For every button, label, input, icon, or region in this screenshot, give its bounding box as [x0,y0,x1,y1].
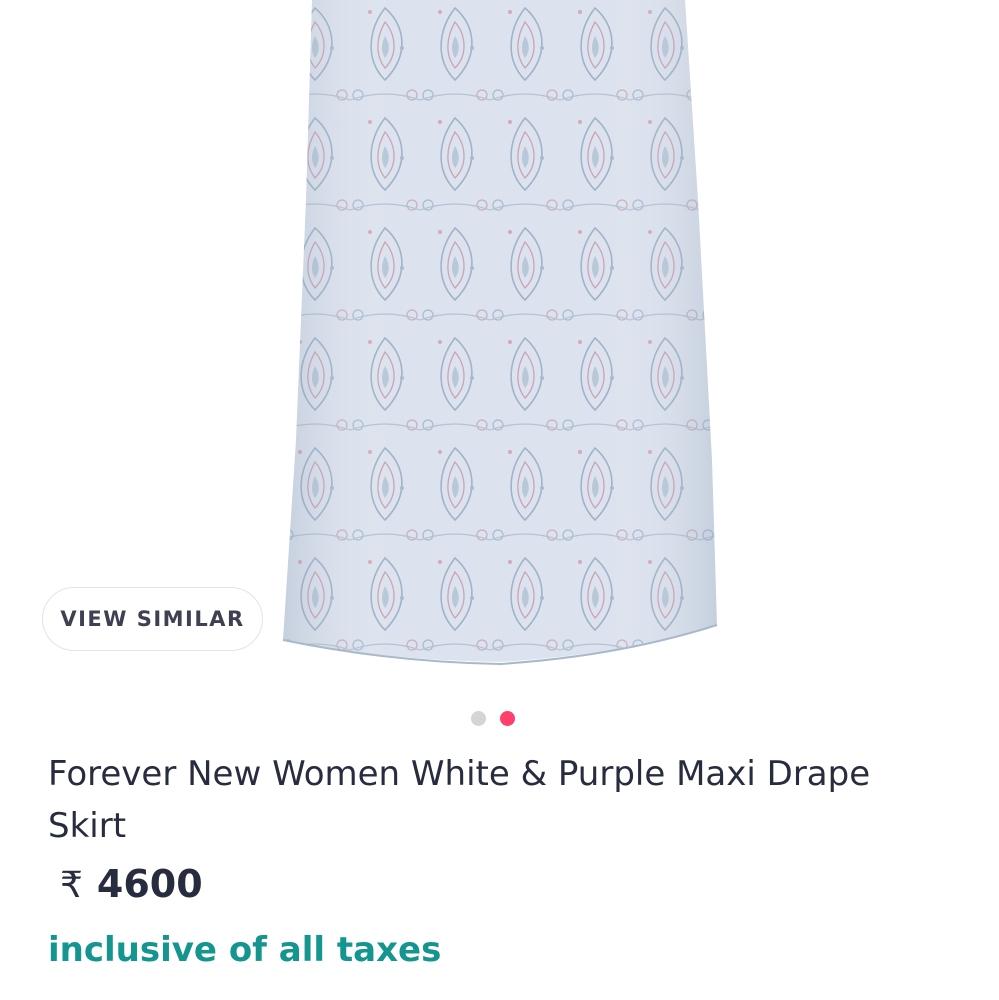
view-similar-button[interactable]: VIEW SIMILAR [42,587,263,651]
product-title: Forever New Women White & Purple Maxi Dr… [48,754,871,846]
pager-dot-active[interactable] [500,711,515,726]
image-pager [471,711,515,726]
product-price: 4600 [96,862,203,906]
rupee-icon: ₹ [60,865,83,906]
product-image-gallery[interactable]: VIEW SIMILAR [0,0,999,700]
price-row: ₹ 4600 [60,862,203,906]
tax-note: inclusive of all taxes [48,930,442,970]
pager-dot[interactable] [471,711,486,726]
